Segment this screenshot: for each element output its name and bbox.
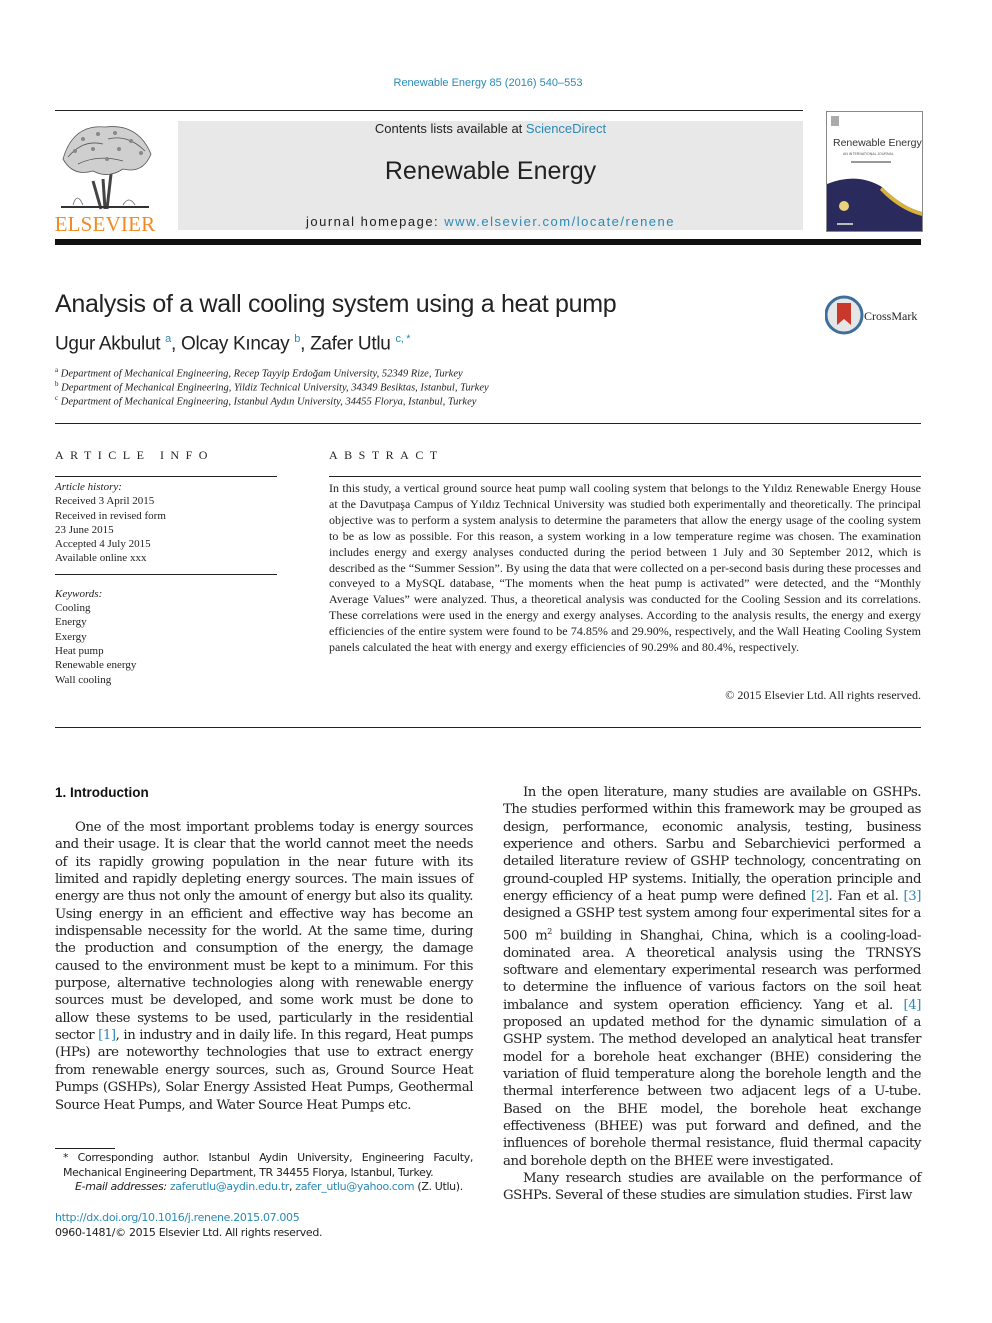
email-line: E-mail addresses: zaferutlu@aydin.edu.tr… <box>75 1180 463 1193</box>
history-item: Accepted 4 July 2015 <box>55 538 151 551</box>
affiliation: a Department of Mechanical Engineering, … <box>55 366 463 380</box>
email-link[interactable]: zaferutlu@aydin.edu.tr <box>170 1180 289 1193</box>
affiliation-text: Department of Mechanical Engineering, Is… <box>60 396 477 408</box>
contents-line: Contents lists available at ScienceDirec… <box>178 121 803 136</box>
crossmark-label[interactable]: CrossMark <box>864 309 917 324</box>
corresponding-author-note: * Corresponding author. Istanbul Aydin U… <box>63 1151 473 1179</box>
affiliation: c Department of Mechanical Engineering, … <box>55 394 476 408</box>
paragraph-text: One of the most important problems today… <box>55 820 473 1044</box>
issn-copyright: 0960-1481/© 2015 Elsevier Ltd. All right… <box>55 1226 323 1239</box>
divider <box>55 476 277 477</box>
paragraph: One of the most important problems today… <box>55 819 473 1114</box>
citation-link[interactable]: [2] <box>811 889 829 904</box>
cover-subtitle: AN INTERNATIONAL JOURNAL <box>843 152 894 156</box>
divider <box>329 476 921 477</box>
affiliation-marker: a <box>55 366 59 374</box>
citation-link[interactable]: [4] <box>904 998 922 1013</box>
divider <box>55 423 921 424</box>
contents-prefix: Contents lists available at <box>374 121 526 136</box>
paragraph: Many research studies are available on t… <box>503 1170 921 1204</box>
homepage-line: journal homepage: www.elsevier.com/locat… <box>178 214 803 229</box>
affiliation: b Department of Mechanical Engineering, … <box>55 380 489 394</box>
header-rule <box>55 110 803 111</box>
keyword: Wall cooling <box>55 673 112 686</box>
divider <box>55 573 277 575</box>
email-link[interactable]: zafer_utlu@yahoo.com <box>295 1180 414 1193</box>
crossmark-icon <box>824 295 864 335</box>
section-heading-introduction: 1. Introduction <box>55 785 149 800</box>
author-list: Ugur Akbulut a, Olcay Kıncay b, Zafer Ut… <box>55 333 411 355</box>
author-affiliation-marker[interactable]: a <box>165 333 171 345</box>
affiliation-text: Department of Mechanical Engineering, Re… <box>60 368 463 380</box>
footnote: * Corresponding author. Istanbul Aydin U… <box>55 1151 473 1195</box>
history-label: Article history: <box>55 481 122 493</box>
article-info-heading: ARTICLE INFO <box>55 448 214 462</box>
email-suffix: (Z. Utlu). <box>414 1180 463 1193</box>
paragraph-text: , in industry and in daily life. In this… <box>55 1028 474 1113</box>
journal-homepage-link[interactable]: www.elsevier.com/locate/renene <box>444 214 675 229</box>
doi-link[interactable]: http://dx.doi.org/10.1016/j.renene.2015.… <box>55 1211 300 1224</box>
abstract-text: In this study, a vertical ground source … <box>329 481 921 655</box>
cover-title: Renewable Energy <box>833 137 922 149</box>
keyword: Exergy <box>55 630 87 643</box>
body-column-left: One of the most important problems today… <box>55 819 473 1114</box>
journal-cover-image[interactable]: Renewable Energy AN INTERNATIONAL JOURNA… <box>826 111 923 232</box>
author-name[interactable]: Ugur Akbulut <box>55 333 160 354</box>
history-item: 23 June 2015 <box>55 523 114 536</box>
author-affiliation-marker[interactable]: c, * <box>396 333 411 345</box>
history-item: Available online xxx <box>55 552 147 565</box>
paragraph-text: In the open literature, many studies are… <box>503 785 921 905</box>
author-name[interactable]: Zafer Utlu <box>310 333 391 354</box>
divider <box>55 727 921 728</box>
author-affiliation-marker[interactable]: b <box>294 333 300 345</box>
body-column-right: In the open literature, many studies are… <box>503 784 921 1205</box>
citation-link[interactable]: [1] <box>98 1028 116 1043</box>
affiliation-marker: b <box>55 380 59 388</box>
affiliation-marker: c <box>55 394 59 402</box>
abstract-heading: ABSTRACT <box>329 448 444 462</box>
keywords-label: Keywords: <box>55 587 103 600</box>
article-title: Analysis of a wall cooling system using … <box>55 290 617 318</box>
article-info: Article history: Received 3 April 2015 R… <box>55 480 277 687</box>
author-name[interactable]: Olcay Kıncay <box>181 333 290 354</box>
journal-reference-link[interactable]: Renewable Energy 85 (2016) 540–553 <box>0 77 976 89</box>
paragraph-text: . Fan et al. <box>828 889 904 905</box>
paragraph: In the open literature, many studies are… <box>503 784 921 1170</box>
affiliation-text: Department of Mechanical Engineering, Yi… <box>61 382 489 394</box>
history-item: Received in revised form <box>55 509 166 522</box>
keyword: Cooling <box>55 602 91 615</box>
header-thick-rule <box>55 239 921 245</box>
journal-name: Renewable Energy <box>384 157 597 185</box>
paragraph-text: proposed an updated method for the dynam… <box>503 1014 921 1169</box>
sciencedirect-link[interactable]: ScienceDirect <box>526 121 606 136</box>
keyword: Energy <box>55 616 87 629</box>
citation-link[interactable]: [3] <box>904 889 922 904</box>
footnote-rule <box>55 1148 115 1149</box>
history-item: Received 3 April 2015 <box>55 495 155 508</box>
paragraph-text: building in Shanghai, China, which is a … <box>503 928 921 1013</box>
abstract-copyright: © 2015 Elsevier Ltd. All rights reserved… <box>725 688 921 702</box>
homepage-prefix: journal homepage: <box>305 214 445 229</box>
elsevier-wordmark: ELSEVIER <box>54 212 156 236</box>
keyword: Renewable energy <box>55 659 137 672</box>
keyword: Heat pump <box>55 644 104 657</box>
email-label: E-mail addresses: <box>75 1180 167 1193</box>
